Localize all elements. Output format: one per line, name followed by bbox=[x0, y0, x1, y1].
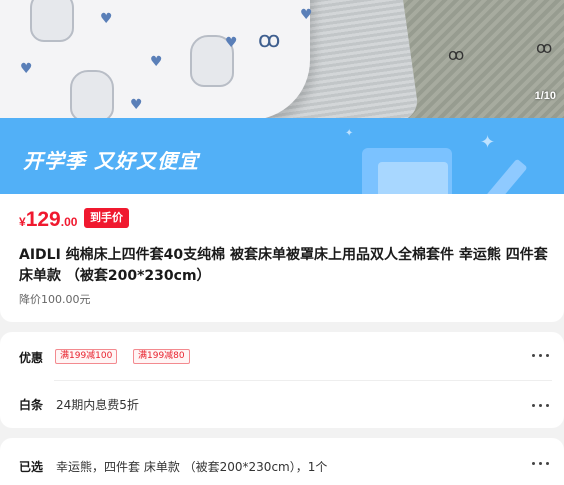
selected-variant-text: 幸运熊，四件套 床单款 （被套200*230cm），1个 bbox=[56, 460, 328, 474]
sparkle-icon: ✦ bbox=[480, 132, 496, 153]
more-dots-icon[interactable] bbox=[530, 402, 550, 410]
sparkle-icon: ✦ bbox=[345, 128, 354, 139]
pencil-illustration-icon bbox=[478, 158, 528, 194]
bow-print-icon: ꝏ bbox=[536, 38, 553, 57]
installment-row[interactable]: 白条 24期内息费5折 bbox=[0, 381, 564, 428]
price-drop-note: 降价100.00元 bbox=[19, 293, 91, 306]
heart-print-icon: ♥ bbox=[130, 97, 143, 113]
final-price-badge: 到手价 bbox=[84, 208, 129, 228]
heart-print-icon: ♥ bbox=[300, 7, 313, 23]
coupon-tag[interactable]: 满199减80 bbox=[133, 349, 190, 364]
selected-label: 已选 bbox=[19, 460, 44, 474]
image-counter: 1/10 bbox=[534, 90, 556, 102]
selected-variant-card[interactable]: 已选 幸运熊，四件套 床单款 （被套200*230cm），1个 bbox=[0, 438, 564, 485]
final-price: ¥129.00 bbox=[19, 208, 77, 232]
product-title: AIDLI 纯棉床上四件套40支纯棉 被套床单被罩床上用品双人全棉套件 幸运熊 … bbox=[19, 247, 548, 284]
offers-row[interactable]: 优惠 满199减100 满199减80 bbox=[0, 332, 564, 380]
heart-print-icon: ♥ bbox=[225, 35, 238, 51]
offers-card: 优惠 满199减100 满199减80 白条 24期内息费5折 bbox=[0, 332, 564, 428]
folder-illustration-icon bbox=[378, 162, 448, 194]
installment-text: 24期内息费5折 bbox=[56, 398, 139, 412]
price-decimal: .00 bbox=[60, 215, 78, 229]
price-currency: ¥ bbox=[19, 215, 26, 229]
coupon-tag[interactable]: 满199减100 bbox=[55, 349, 118, 364]
product-image-gallery[interactable]: ♥ ♥ ♥ ♥ ♥ ♥ ꝏ ꝏ ꝏ 1/10 bbox=[0, 0, 564, 118]
heart-print-icon: ♥ bbox=[20, 61, 33, 77]
price-integer: 129 bbox=[25, 208, 61, 231]
product-info-card: ¥129.00 到手价 AIDLI 纯棉床上四件套40支纯棉 被套床单被罩床上用… bbox=[0, 194, 564, 322]
bear-print bbox=[30, 0, 74, 42]
offers-label: 优惠 bbox=[19, 351, 44, 365]
bow-print-icon: ꝏ bbox=[258, 28, 281, 53]
more-dots-icon[interactable] bbox=[530, 460, 550, 468]
bow-print-icon: ꝏ bbox=[448, 45, 465, 64]
bear-print bbox=[70, 70, 114, 118]
more-dots-icon[interactable] bbox=[530, 352, 550, 360]
heart-print-icon: ♥ bbox=[150, 54, 163, 70]
installment-label: 白条 bbox=[19, 398, 44, 412]
promo-slogan: 开学季 又好又便宜 bbox=[23, 149, 199, 173]
promo-banner[interactable]: 开学季 又好又便宜 ✦ ✦ bbox=[0, 118, 564, 194]
heart-print-icon: ♥ bbox=[100, 11, 113, 27]
